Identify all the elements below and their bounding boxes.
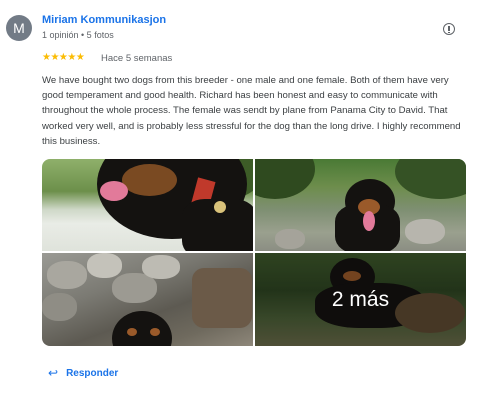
- info-icon[interactable]: [443, 23, 455, 35]
- more-photos-label: 2 más: [331, 287, 390, 311]
- review-photo-3[interactable]: [42, 253, 253, 346]
- reply-button[interactable]: ↩ Responder: [48, 366, 118, 380]
- review-time: Hace 5 semanas: [101, 53, 173, 64]
- reply-arrow-icon: ↩: [48, 366, 59, 380]
- photo-grid: 2 más: [42, 159, 466, 346]
- review-photo-2[interactable]: [255, 159, 466, 251]
- star-rating: ★★★★★: [42, 52, 85, 63]
- author-name[interactable]: Miriam Kommunikasjon: [42, 14, 166, 26]
- review-photo-4[interactable]: 2 más: [255, 253, 466, 346]
- avatar[interactable]: M: [6, 15, 32, 41]
- reply-label: Responder: [66, 367, 119, 379]
- review-text: We have bought two dogs from this breede…: [42, 75, 461, 147]
- author-meta: 1 opinión • 5 fotos: [42, 30, 114, 40]
- review-photo-1[interactable]: [42, 159, 253, 251]
- more-photos-overlay[interactable]: 2 más: [255, 253, 466, 346]
